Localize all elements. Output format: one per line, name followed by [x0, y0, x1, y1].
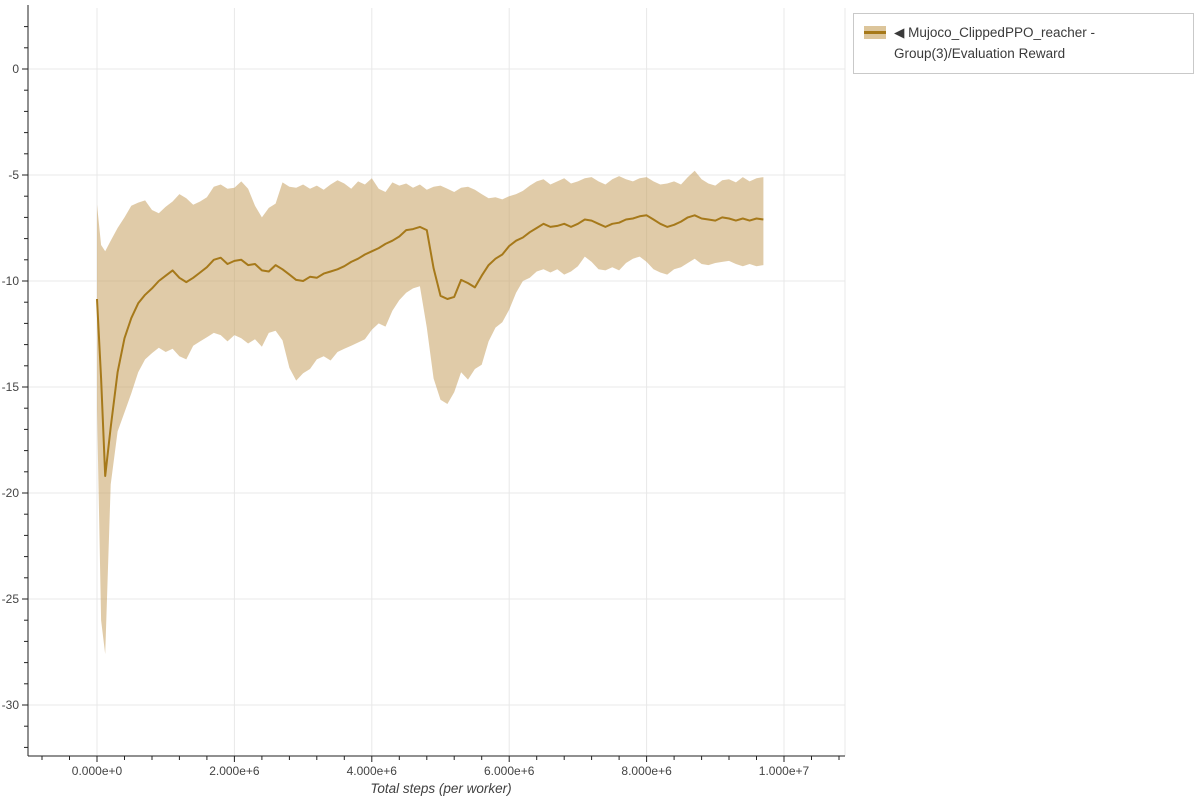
y-tick-label: -25 — [2, 592, 20, 606]
x-tick-label: 4.000e+6 — [347, 764, 398, 778]
legend-item-evaluation-reward[interactable]: ◀ Mujoco_ClippedPPO_reacher - Group(3)/E… — [864, 22, 1183, 64]
x-tick-label: 6.000e+6 — [484, 764, 535, 778]
x-tick-label: 1.000e+7 — [759, 764, 810, 778]
y-tick-label: -20 — [2, 486, 20, 500]
legend-box: ◀ Mujoco_ClippedPPO_reacher - Group(3)/E… — [853, 13, 1194, 74]
y-tick-label: -30 — [2, 698, 20, 712]
legend-label: ◀ Mujoco_ClippedPPO_reacher - Group(3)/E… — [894, 25, 1095, 61]
x-tick-label: 8.000e+6 — [621, 764, 672, 778]
line-swatch-icon — [864, 31, 886, 34]
x-axis-label: Total steps (per worker) — [370, 781, 512, 796]
y-tick-label: -10 — [2, 274, 20, 288]
dashboard-chart-panel: 0.000e+0 2.000e+6 4.000e+6 6.000e+6 8.000e+6… — [0, 0, 1200, 800]
y-tick-label: -15 — [2, 380, 20, 394]
std-band — [97, 170, 764, 655]
y-tick-label: 0 — [12, 62, 19, 76]
y-tick-label: -5 — [8, 168, 19, 182]
band-line-swatch-icon — [864, 26, 886, 39]
evaluation-reward-plot[interactable]: 0.000e+0 2.000e+6 4.000e+6 6.000e+6 8.000e+6… — [0, 0, 1200, 800]
x-tick-label: 2.000e+6 — [209, 764, 260, 778]
x-tick-label: 0.000e+0 — [72, 764, 123, 778]
